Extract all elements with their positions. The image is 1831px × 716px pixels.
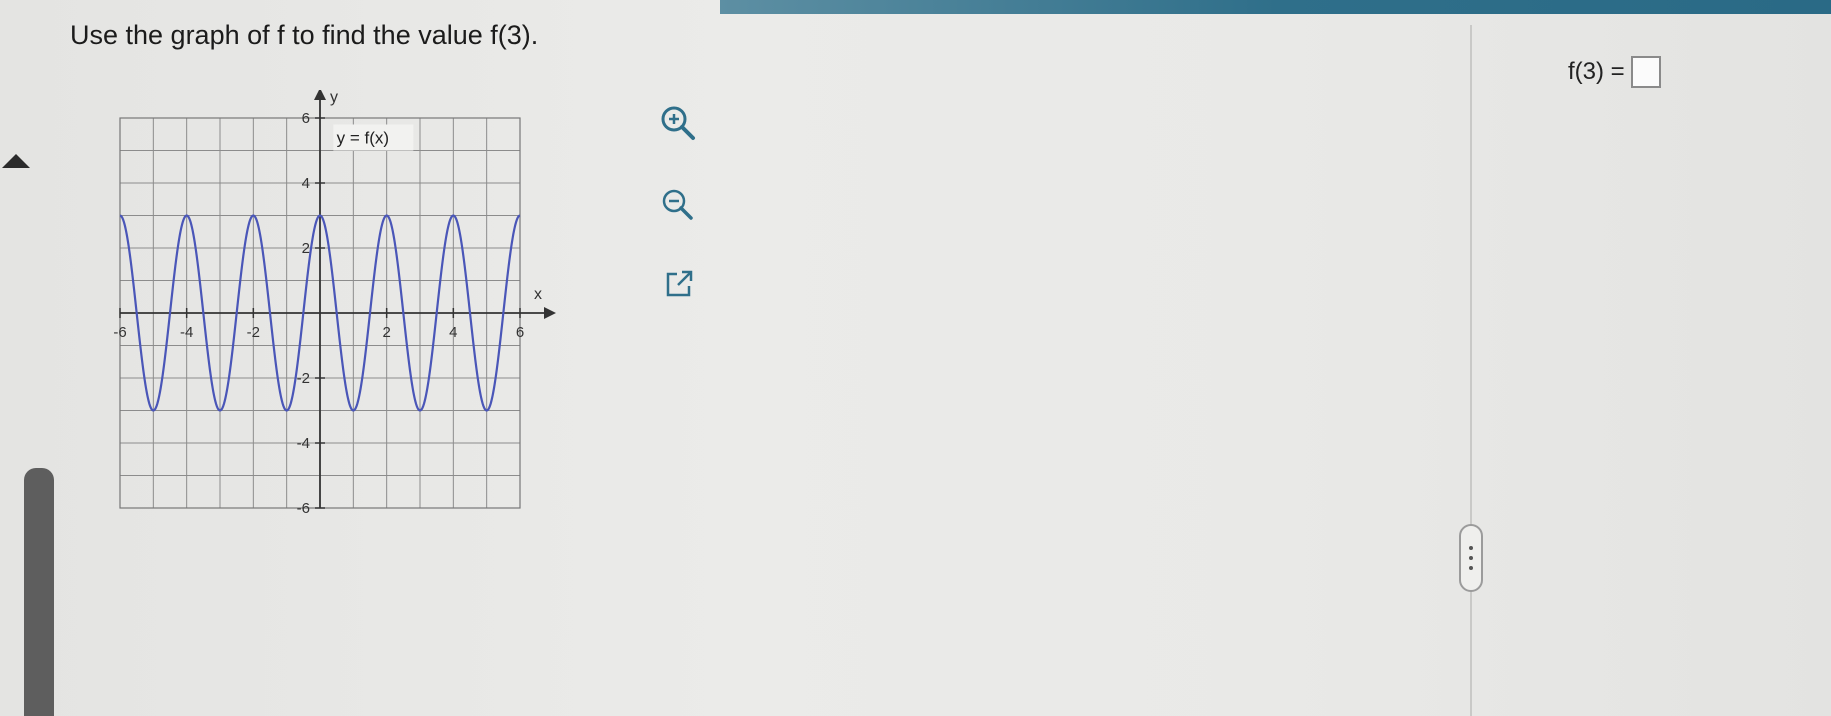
x-axis-label: x — [534, 286, 542, 303]
y-tick-label: 2 — [302, 240, 310, 257]
x-tick-label: 6 — [516, 324, 524, 341]
x-tick-label: 2 — [382, 324, 390, 341]
x-tick-label: -4 — [180, 324, 193, 341]
y-tick-label: -4 — [297, 435, 310, 452]
x-axis-arrow — [544, 307, 556, 319]
x-tick-label: -2 — [247, 324, 260, 341]
handle-dot — [1469, 566, 1473, 570]
x-tick-label: -6 — [113, 324, 126, 341]
top-accent-strip — [720, 0, 1831, 14]
zoom-out-icon — [662, 189, 693, 220]
zoom-in-icon — [661, 106, 695, 140]
answer-input[interactable] — [1630, 56, 1661, 88]
graph-svg: x y -6 -4 -2 2 4 6 6 4 2 -2 -4 -6 y = f(x) — [113, 88, 556, 517]
y-axis-arrow — [314, 88, 326, 100]
question-text: Use the graph of f to find the value f(3… — [70, 20, 539, 50]
external-link-icon — [666, 270, 693, 297]
y-tick-label: -6 — [297, 500, 310, 517]
function-graph: x y -6 -4 -2 2 4 6 6 4 2 -2 -4 -6 y = f(x) — [110, 88, 670, 610]
y-axis-label: y — [330, 90, 338, 106]
y-tick-label: 6 — [302, 110, 310, 127]
answer-area: f(3) = — [1568, 56, 1661, 88]
pane-resize-handle[interactable] — [1459, 524, 1483, 592]
y-tick-label: -2 — [297, 370, 310, 387]
collapse-arrow-icon[interactable] — [2, 154, 30, 168]
scrollbar-thumb[interactable] — [24, 468, 54, 716]
y-tick-label: 4 — [302, 175, 310, 192]
answer-label: f(3) = — [1568, 58, 1625, 85]
zoom-in-button[interactable] — [655, 100, 703, 148]
popout-button[interactable] — [655, 260, 703, 308]
zoom-out-button[interactable] — [655, 182, 703, 230]
pane-divider — [1470, 25, 1472, 716]
function-label: y = f(x) — [337, 129, 389, 148]
handle-dot — [1469, 546, 1473, 550]
page: Use the graph of f to find the value f(3… — [0, 0, 1831, 716]
x-tick-label: 4 — [449, 324, 457, 341]
handle-dot — [1469, 556, 1473, 560]
